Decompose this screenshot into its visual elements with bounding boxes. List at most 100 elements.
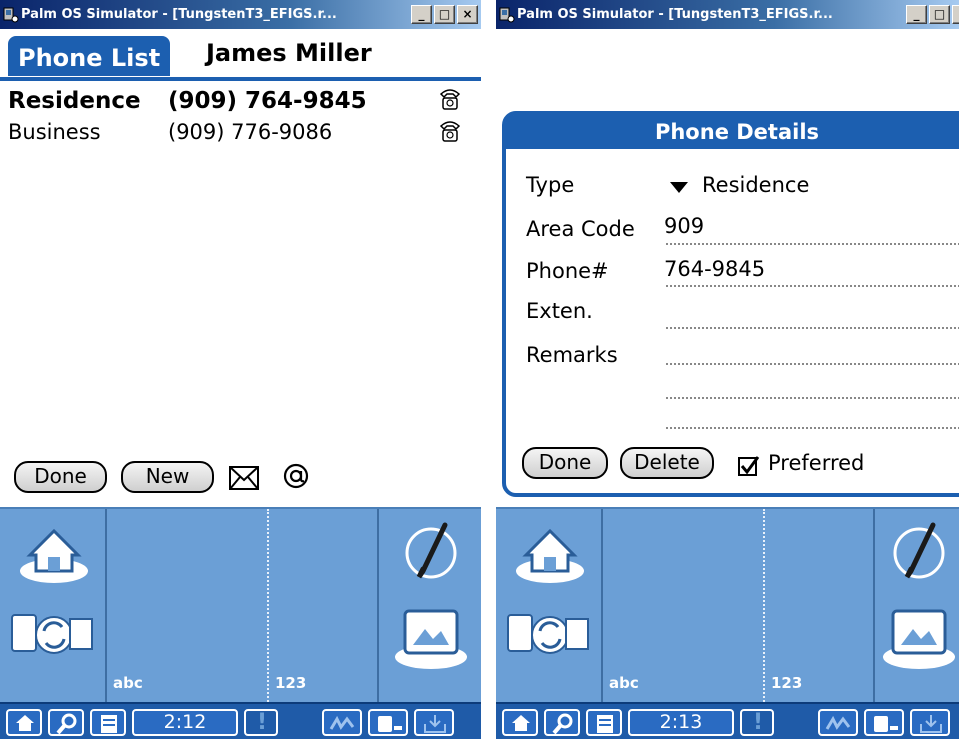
- clock[interactable]: 2:12: [132, 709, 238, 736]
- hotsync-icon[interactable]: [504, 605, 594, 665]
- area-code-label: Area Code: [526, 217, 635, 241]
- house-icon: [16, 715, 34, 731]
- dialog-title: Phone Details: [506, 115, 959, 149]
- preferred-label: Preferred: [768, 451, 865, 475]
- new-button[interactable]: New: [121, 461, 214, 493]
- find-button[interactable]: [544, 709, 580, 736]
- clock[interactable]: 2:13: [628, 709, 734, 736]
- graffiti-numbers-area[interactable]: 123: [269, 509, 379, 702]
- area-code-underline: [666, 243, 959, 245]
- abc-label: abc: [609, 674, 639, 692]
- graffiti-letters-area[interactable]: abc: [603, 509, 765, 702]
- numbers-label: 123: [275, 674, 307, 692]
- pen-icon[interactable]: [401, 519, 461, 583]
- phone-row[interactable]: Residence (909) 764-9845: [8, 87, 461, 118]
- graffiti-icon: [825, 715, 851, 730]
- phone-row[interactable]: Business (909) 776-9086: [8, 119, 461, 150]
- magnifier-icon: [552, 713, 573, 735]
- display-icon[interactable]: [879, 601, 959, 671]
- graffiti-icon-column: [496, 509, 603, 702]
- graffiti-area[interactable]: abc 123: [0, 507, 481, 702]
- input-toggle-button[interactable]: [864, 709, 904, 736]
- extension-underline: [666, 327, 959, 329]
- display-icon[interactable]: [391, 601, 471, 671]
- graffiti-icon-column: [0, 509, 107, 702]
- title-bar[interactable]: Palm OS Simulator - [TungstenT3_EFIGS.r.…: [0, 0, 481, 29]
- find-button[interactable]: [48, 709, 84, 736]
- phone-number-field[interactable]: 764-9845: [664, 257, 765, 281]
- close-button[interactable]: ×: [952, 5, 959, 24]
- phone-icon[interactable]: [439, 87, 461, 111]
- tab-phone-list[interactable]: Phone List: [8, 36, 171, 76]
- menu-button[interactable]: [90, 709, 126, 736]
- phone-number: (909) 764-9845: [168, 88, 367, 114]
- close-button[interactable]: ×: [457, 5, 478, 24]
- title-bar[interactable]: Palm OS Simulator - [TungstenT3_EFIGS.r.…: [496, 0, 959, 29]
- graffiti-numbers-area[interactable]: 123: [765, 509, 875, 702]
- collapse-button[interactable]: [910, 709, 950, 736]
- graffiti-letters-area[interactable]: abc: [107, 509, 269, 702]
- hotsync-icon[interactable]: [8, 605, 98, 665]
- remarks-underline: [666, 427, 959, 429]
- preferred-checkbox[interactable]: [738, 455, 760, 477]
- collapse-button[interactable]: [414, 709, 454, 736]
- window-title: Palm OS Simulator - [TungstenT3_EFIGS.r.…: [517, 7, 833, 22]
- graffiti-shift-button[interactable]: [818, 709, 858, 736]
- exclamation-icon: !: [257, 710, 268, 735]
- home-icon[interactable]: [16, 521, 92, 585]
- numbers-label: 123: [771, 674, 803, 692]
- phone-type: Business: [8, 120, 101, 144]
- alert-button[interactable]: !: [740, 709, 774, 736]
- exclamation-icon: !: [753, 710, 764, 735]
- remarks-underline: [666, 397, 959, 399]
- keyboard-device-icon: [378, 716, 402, 732]
- simulator-window-left: Palm OS Simulator - [TungstenT3_EFIGS.r.…: [0, 0, 481, 739]
- pen-icon[interactable]: [889, 519, 949, 583]
- record-name: James Miller: [206, 39, 372, 67]
- maximize-button[interactable]: □: [929, 5, 950, 24]
- phone-number-label: Phone#: [526, 259, 609, 283]
- maximize-button[interactable]: □: [434, 5, 455, 24]
- done-button[interactable]: Done: [14, 461, 107, 493]
- app-header: Phone List James Miller: [0, 29, 481, 81]
- home-button[interactable]: [502, 709, 538, 736]
- remarks-underline: [666, 363, 959, 365]
- palm-app-icon: [3, 7, 19, 22]
- type-label: Type: [526, 173, 575, 197]
- remarks-label: Remarks: [526, 343, 618, 367]
- delete-button[interactable]: Delete: [620, 447, 714, 479]
- palm-app-icon: [499, 7, 515, 22]
- extension-label: Exten.: [526, 299, 593, 323]
- menu-icon: [597, 715, 613, 733]
- magnifier-icon: [56, 713, 77, 735]
- at-sign-icon[interactable]: [282, 462, 310, 490]
- envelope-icon[interactable]: [228, 465, 260, 491]
- dropdown-triangle-icon: [670, 182, 688, 193]
- graffiti-right-column: [381, 509, 481, 702]
- keyboard-device-icon: [874, 716, 898, 732]
- menu-button[interactable]: [586, 709, 622, 736]
- status-bar: 2:13 !: [496, 702, 959, 739]
- home-button[interactable]: [6, 709, 42, 736]
- minimize-button[interactable]: _: [411, 5, 432, 24]
- graffiti-right-column: [869, 509, 959, 702]
- abc-label: abc: [113, 674, 143, 692]
- phone-icon[interactable]: [439, 119, 461, 143]
- phone-number: (909) 776-9086: [168, 120, 333, 144]
- collapse-arrow-icon: [424, 715, 446, 733]
- phone-details-dialog: Phone Details Type Residence Area Code 9…: [502, 111, 959, 497]
- home-icon[interactable]: [512, 521, 588, 585]
- phone-type: Residence: [8, 88, 141, 114]
- house-icon: [512, 715, 530, 731]
- done-button[interactable]: Done: [522, 447, 608, 479]
- menu-icon: [101, 715, 117, 733]
- graffiti-shift-button[interactable]: [322, 709, 362, 736]
- type-value: Residence: [702, 173, 810, 197]
- area-code-field[interactable]: 909: [664, 214, 704, 238]
- alert-button[interactable]: !: [244, 709, 278, 736]
- status-bar: 2:12 !: [0, 702, 481, 739]
- window-title: Palm OS Simulator - [TungstenT3_EFIGS.r.…: [21, 7, 337, 22]
- minimize-button[interactable]: _: [906, 5, 927, 24]
- input-toggle-button[interactable]: [368, 709, 408, 736]
- graffiti-area[interactable]: abc 123: [496, 507, 959, 702]
